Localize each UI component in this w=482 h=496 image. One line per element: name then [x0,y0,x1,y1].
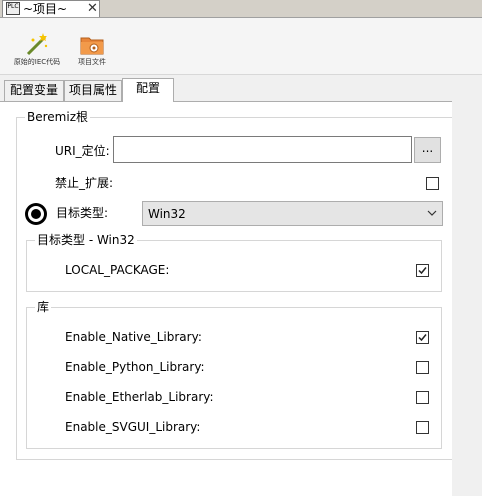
target-type-group-title: 目标类型 - Win32 [35,233,137,247]
browse-button[interactable]: ... [414,137,441,163]
target-type-label: 目标类型: [56,206,109,220]
project-files-button[interactable]: 项目文件 [70,18,114,72]
enable-etherlab-library-checkbox[interactable] [416,391,429,404]
enable-native-library-label: Enable_Native_Library: [65,330,202,344]
enable-python-library-label: Enable_Python_Library: [65,360,205,374]
folder-gear-icon [80,37,104,55]
tab-project-properties[interactable]: 项目属性 [64,80,122,101]
local-package-checkbox[interactable] [416,264,429,277]
radio-target-icon[interactable] [24,202,48,226]
library-group-title: 库 [35,300,52,314]
target-type-value: Win32 [148,207,186,221]
close-icon[interactable]: ✕ [87,1,98,16]
beremiz-root-group-title: Beremiz根 [25,110,90,124]
wand-icon [26,33,48,56]
enable-python-library-checkbox[interactable] [416,361,429,374]
raw-iec-code-label: 原始的IEC代码 [13,58,61,66]
panel-background-edge [452,101,482,496]
checkmark-icon [418,334,427,342]
uri-input[interactable] [113,136,412,163]
uri-label: URI_定位: [55,144,110,158]
toolbar: 原始的IEC代码 项目文件 [0,18,482,75]
document-tab-project[interactable]: PLC ~项目~ ✕ [2,0,100,17]
project-files-label: 项目文件 [78,58,106,66]
enable-svgui-library-checkbox[interactable] [416,421,429,434]
chevron-down-icon [427,210,437,216]
tab-configuration[interactable]: 配置 [122,78,174,102]
local-package-label: LOCAL_PACKAGE: [65,263,170,277]
plc-icon: PLC [6,2,20,15]
checkmark-icon [418,267,427,275]
enable-etherlab-library-label: Enable_Etherlab_Library: [65,390,214,404]
document-tab-strip: PLC ~项目~ ✕ [0,0,482,18]
tab-bar: 配置变量 项目属性 配置 [0,78,482,102]
document-tab-title: ~项目~ [23,2,68,16]
disable-extensions-checkbox[interactable] [426,177,439,190]
target-type-select[interactable]: Win32 [142,201,443,226]
raw-iec-code-button[interactable]: 原始的IEC代码 [8,18,66,72]
configuration-panel: Beremiz根 URI_定位: ... 禁止_扩展: 目标类型: Win32 … [0,101,482,496]
tab-config-variables[interactable]: 配置变量 [4,80,64,101]
enable-svgui-library-label: Enable_SVGUI_Library: [65,420,201,434]
disable-extensions-label: 禁止_扩展: [55,176,114,190]
enable-native-library-checkbox[interactable] [416,331,429,344]
